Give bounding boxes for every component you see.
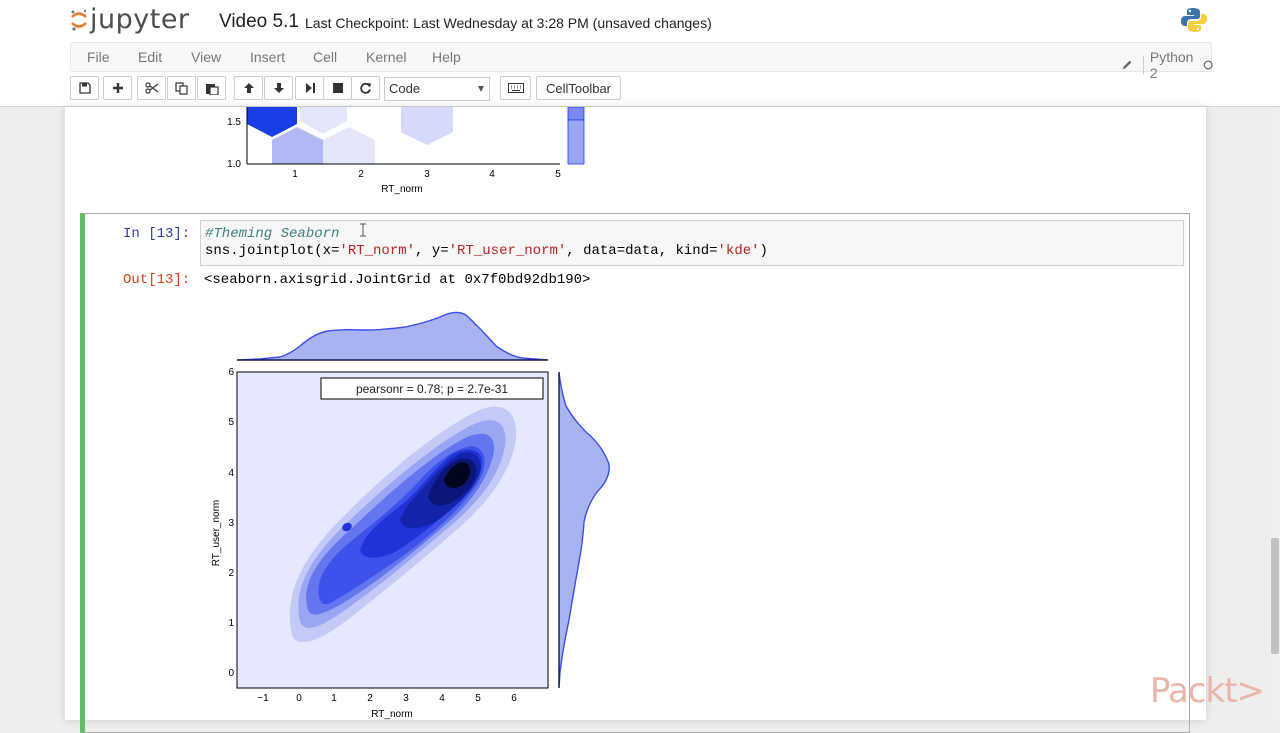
keyboard-icon — [507, 83, 524, 93]
x-axis-label: RT_norm — [371, 709, 413, 720]
prev-x-tick: 4 — [489, 169, 495, 180]
cell-type-select[interactable]: Code — [384, 77, 490, 101]
paste-icon — [205, 83, 219, 95]
prev-x-tick: 5 — [555, 169, 561, 180]
prev-x-label: RT_norm — [381, 184, 423, 195]
menu-kernel[interactable]: Kernel — [366, 49, 406, 65]
code-text: ) — [759, 243, 768, 259]
y-tick-2: 2 — [228, 568, 234, 579]
code-string: 'kde' — [717, 243, 760, 259]
hex-cell — [401, 107, 453, 145]
pencil-icon[interactable] — [1121, 58, 1133, 72]
right-marginal-kde — [558, 371, 610, 689]
output-prompt: Out[13]: — [123, 272, 191, 288]
code-text: , data=data, kind= — [566, 243, 718, 259]
code-editor[interactable]: #Theming Seaborn sns.jointplot(x='RT_nor… — [200, 220, 1184, 266]
y-tick-6: 6 — [228, 367, 234, 378]
y-tick-0: 0 — [228, 668, 234, 679]
chevron-down-icon — [478, 86, 484, 92]
stop-icon — [332, 83, 343, 93]
x-tick-3: 3 — [403, 693, 409, 704]
menu-edit[interactable]: Edit — [138, 49, 162, 65]
menu-bar: File Edit View Insert Cell Kernel Help P… — [70, 42, 1213, 81]
input-prompt: In [13]: — [123, 226, 191, 242]
x-tick-5: 5 — [475, 693, 481, 704]
kernel-name: Python 2 — [1149, 49, 1194, 81]
x-tick-neg1: −1 — [257, 693, 269, 704]
scrollbar-thumb[interactable] — [1271, 538, 1279, 654]
jupyter-logo-icon — [71, 9, 87, 31]
run-cell-button[interactable] — [295, 76, 324, 100]
copy-button[interactable] — [167, 76, 196, 100]
save-icon — [78, 82, 91, 94]
celltoolbar-button[interactable]: CellToolbar — [536, 76, 621, 100]
code-comment: #Theming Seaborn — [205, 226, 340, 242]
hex-cell — [300, 107, 347, 134]
code-string: 'RT_norm' — [339, 243, 416, 259]
prev-x-tick: 1 — [292, 169, 298, 180]
arrow-up-icon — [243, 83, 254, 93]
pearsonr-annotation: pearsonr = 0.78; p = 2.7e-31 — [356, 382, 508, 396]
y-tick-1: 1 — [228, 618, 234, 629]
save-button[interactable] — [70, 76, 99, 100]
jupyter-logo-text: jupyter — [90, 4, 190, 35]
notebook-header: jupyter Video 5.1 Last Checkpoint: Last … — [0, 0, 1280, 107]
refresh-icon — [360, 82, 371, 94]
menu-help[interactable]: Help — [432, 49, 461, 65]
command-palette-button[interactable] — [500, 76, 531, 100]
x-tick-6: 6 — [511, 693, 517, 704]
cut-icon — [144, 82, 158, 94]
arrow-down-icon — [273, 83, 284, 93]
cell-type-value: Code — [389, 81, 421, 96]
code-text: , y= — [415, 243, 449, 259]
cut-button[interactable] — [137, 76, 166, 100]
prev-x-tick: 2 — [358, 169, 364, 180]
x-tick-1: 1 — [331, 693, 337, 704]
code-line-1: #Theming Seaborn — [205, 226, 339, 242]
packt-watermark: Packt> — [1150, 671, 1265, 711]
paste-button[interactable] — [197, 76, 226, 100]
top-marginal-kde — [236, 311, 549, 361]
interrupt-button[interactable] — [323, 76, 352, 100]
x-tick-4: 4 — [439, 693, 445, 704]
jupyter-logo[interactable]: jupyter — [70, 4, 190, 35]
menu-file[interactable]: File — [87, 49, 110, 65]
python-logo-icon — [1181, 8, 1207, 32]
code-call: sns.jointplot(x= — [205, 243, 340, 259]
text-cursor-icon — [360, 223, 366, 237]
prev-y-tick: 1.0 — [227, 159, 241, 170]
plus-icon — [112, 83, 123, 93]
y-tick-4: 4 — [228, 468, 234, 479]
menu-insert[interactable]: Insert — [250, 49, 285, 65]
notebook-name[interactable]: Video 5.1 — [219, 11, 299, 33]
restart-kernel-button[interactable] — [351, 76, 380, 100]
y-axis-label: RT_user_norm — [211, 500, 222, 567]
kernel-divider — [1143, 56, 1144, 74]
menu-view[interactable]: View — [191, 49, 221, 65]
prev-x-tick: 3 — [424, 169, 430, 180]
hex-cell — [323, 127, 375, 164]
x-tick-2: 2 — [367, 693, 373, 704]
kernel-indicator: Python 2 — [1121, 49, 1214, 81]
kde-joint-plot: pearsonr = 0.78; p = 2.7e-31 0 1 2 3 4 5… — [211, 311, 610, 720]
move-down-button[interactable] — [264, 76, 293, 100]
skip-forward-icon — [305, 83, 315, 93]
prev-marginal-bar — [567, 119, 585, 165]
copy-icon — [174, 81, 188, 95]
insert-cell-button[interactable] — [103, 76, 132, 100]
previous-hexbin-plot: 1.5 1.0 1 2 3 4 5 RT_norm — [227, 107, 585, 195]
code-string: 'RT_user_norm' — [448, 243, 567, 259]
y-tick-5: 5 — [228, 417, 234, 428]
checkpoint-status: Last Checkpoint: Last Wednesday at 3:28 … — [305, 15, 712, 31]
output-text: <seaborn.axisgrid.JointGrid at 0x7f0bd92… — [204, 272, 591, 288]
menu-cell[interactable]: Cell — [313, 49, 337, 65]
code-line-2: sns.jointplot(x='RT_norm', y='RT_user_no… — [205, 243, 768, 259]
move-up-button[interactable] — [234, 76, 263, 100]
prev-marginal-bar — [567, 107, 585, 121]
x-tick-0: 0 — [296, 693, 302, 704]
prev-y-tick: 1.5 — [227, 117, 241, 128]
y-tick-3: 3 — [228, 518, 234, 529]
kernel-idle-icon — [1203, 60, 1213, 70]
